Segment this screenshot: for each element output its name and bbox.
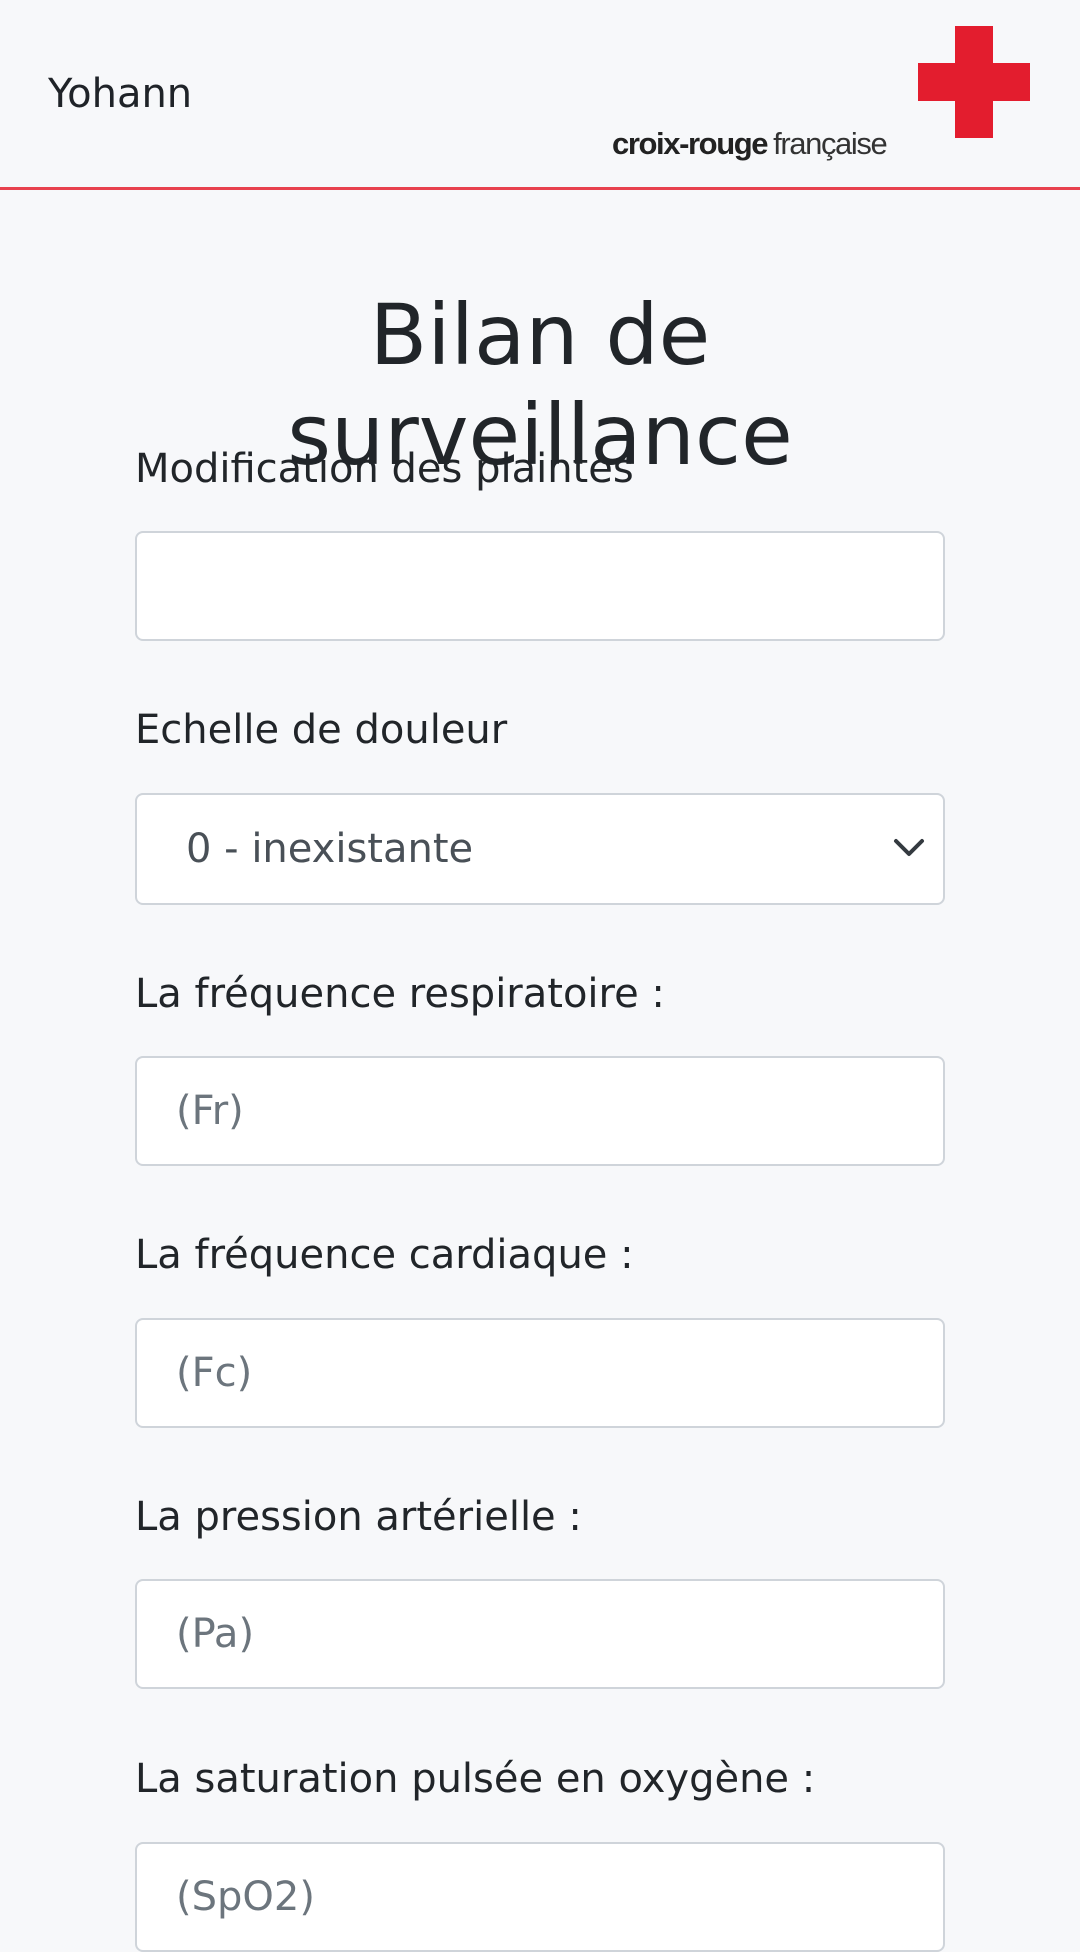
red-cross-logo-icon	[918, 26, 1030, 138]
oxygen-saturation-input[interactable]	[135, 1842, 945, 1952]
brand-wordmark: croix-rouge française	[612, 126, 888, 162]
respiratory-rate-label: La fréquence respiratoire :	[135, 971, 665, 1017]
blood-pressure-label: La pression artérielle :	[135, 1494, 582, 1540]
complaint-change-label: Modification des plaintes	[135, 446, 634, 492]
monitoring-form: Bilan de surveillance Modification des p…	[135, 285, 945, 1952]
brand-logo[interactable]: croix-rouge française	[600, 24, 1040, 164]
heart-rate-label: La fréquence cardiaque :	[135, 1232, 634, 1278]
pain-scale-select[interactable]: 0 - inexistante	[135, 793, 945, 905]
oxygen-saturation-label: La saturation pulsée en oxygène :	[135, 1756, 816, 1802]
pain-scale-label: Echelle de douleur	[135, 707, 508, 753]
brand-name-light: française	[773, 126, 888, 161]
brand-name-bold: croix-rouge	[612, 126, 769, 161]
app-header: Yohann croix-rouge française	[0, 0, 1080, 190]
blood-pressure-input[interactable]	[135, 1579, 945, 1689]
respiratory-rate-input[interactable]	[135, 1056, 945, 1166]
complaint-change-input[interactable]	[135, 531, 945, 641]
pain-scale-selected-value: 0 - inexistante	[186, 826, 474, 872]
user-name: Yohann	[48, 71, 193, 117]
red-cross-horizontal	[918, 63, 1030, 101]
heart-rate-input[interactable]	[135, 1318, 945, 1428]
chevron-down-icon	[894, 839, 924, 856]
